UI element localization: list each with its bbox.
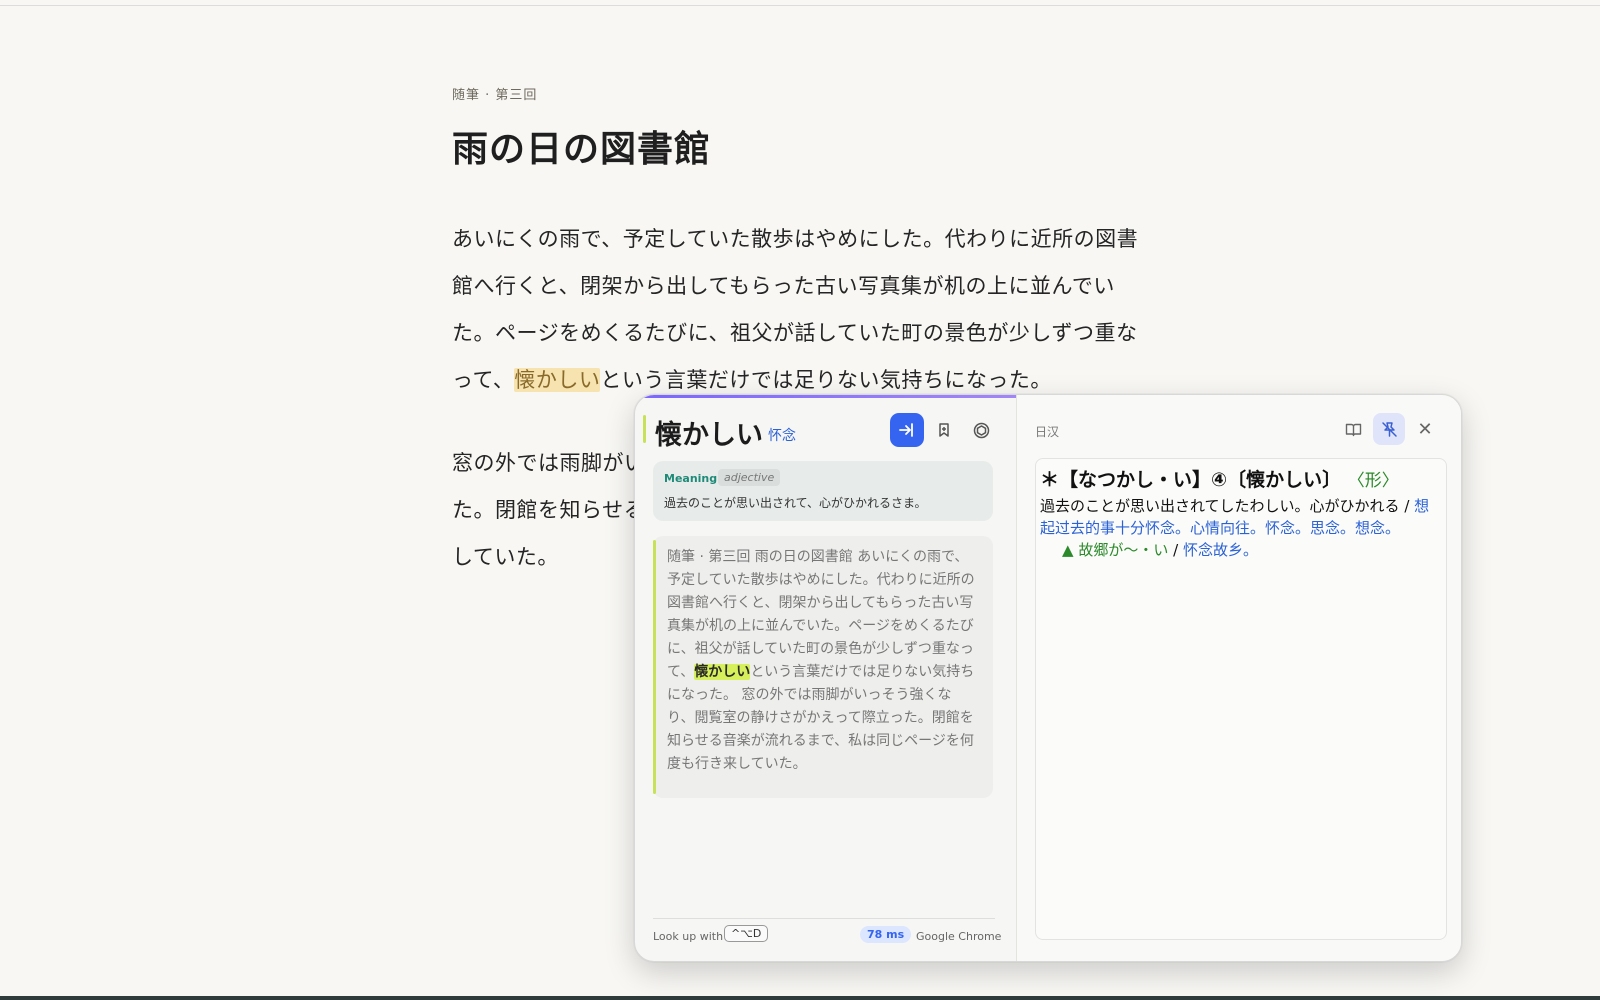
dictionary-definition: 過去のことが思い出されてしたわしい。心がひかれる / 想起过去的事十分怀念。心情…: [1040, 495, 1440, 561]
dictionary-headword: ＊【なつかし・い】④〔懐かしい〕 〈形〉: [1040, 465, 1440, 492]
pos-badge: adjective: [718, 469, 781, 486]
popup-left-pane: 懐かしい 怀念 Meaning adjective 過去のことが思い出されて、心…: [635, 395, 1015, 961]
dictionary-name: 日汉: [1035, 425, 1060, 439]
example-separator: /: [1168, 541, 1183, 559]
bottom-edge: [0, 996, 1600, 1000]
example-marker: ▲: [1062, 541, 1074, 559]
article-kicker: 随筆 · 第三回: [452, 88, 538, 103]
popup-right-pane: 日汉 ✕ ＊【なつかし・い】④〔懐かしい〕 〈形〉 過去のことが思い出されてした…: [1016, 395, 1461, 961]
lookup-hint: Look up with: [653, 930, 724, 943]
pin-off-icon: [1381, 421, 1397, 437]
context-text-after: という言葉だけでは足りない気持ちになった。 窓の外では雨脚がいっそう強くなり、閲…: [667, 664, 975, 772]
word-accent-bar: [643, 415, 646, 443]
context-text-before: 随筆 · 第三回 雨の日の図書館 あいにくの雨で、予定していた散歩はやめにした。…: [667, 549, 975, 680]
bookmark-icon: [939, 423, 949, 437]
article-title: 雨の日の図書館: [452, 128, 712, 170]
source-browser: Google Chrome: [916, 930, 1002, 943]
top-divider: [0, 5, 1600, 6]
headword-text: ＊【なつかし・い】④〔懐かしい〕: [1040, 469, 1342, 491]
unpin-button[interactable]: [1373, 413, 1405, 445]
definition-separator: /: [1399, 497, 1415, 515]
meaning-card: Meaning adjective 過去のことが思い出されて、心がひかれるさま。: [653, 461, 993, 521]
paragraph-1: あいにくの雨で、予定していた散歩はやめにした。代わりに近所の図書館へ行くと、閉架…: [452, 216, 1152, 404]
context-text: 随筆 · 第三回 雨の日の図書館 あいにくの雨で、予定していた散歩はやめにした。…: [667, 546, 977, 776]
cube-icon: [973, 422, 989, 438]
context-card: 随筆 · 第三回 雨の日の図書館 あいにくの雨で、予定していた散歩はやめにした。…: [653, 536, 993, 798]
lookup-word: 懐かしい: [655, 420, 763, 451]
enter-icon: [899, 423, 913, 437]
dictionary-popup: 懐かしい 怀念 Meaning adjective 過去のことが思い出されて、心…: [634, 394, 1462, 962]
footer-divider: [653, 918, 995, 919]
close-button[interactable]: ✕: [1409, 413, 1441, 445]
paragraph-1-text-after: という言葉だけでは足りない気持ちになった。: [600, 368, 1052, 392]
example-zh: 怀念故乡。: [1182, 541, 1258, 559]
open-dictionary-button[interactable]: [1337, 413, 1369, 445]
word-reading[interactable]: 怀念: [768, 425, 796, 445]
latency-badge: 78 ms: [860, 926, 912, 943]
meaning-text: 過去のことが思い出されて、心がひかれるさま。: [664, 496, 927, 510]
bookmark-button[interactable]: [927, 413, 961, 447]
context-highlight: 懐かしい: [694, 664, 751, 680]
book-open-icon: [1345, 423, 1361, 436]
dictionary-entry: ＊【なつかし・い】④〔懐かしい〕 〈形〉 過去のことが思い出されてしたわしい。心…: [1035, 458, 1447, 940]
cube-button[interactable]: [964, 413, 998, 447]
meaning-label: Meaning: [664, 472, 718, 485]
close-icon: ✕: [1417, 418, 1433, 440]
example-ja: 故郷が〜・い: [1078, 541, 1169, 559]
context-accent-bar: [653, 540, 656, 794]
highlighted-word[interactable]: 懐かしい: [514, 368, 601, 392]
definition-ja: 過去のことが思い出されてしたわしい。心がひかれる: [1040, 497, 1400, 515]
lookup-enter-button[interactable]: [890, 413, 924, 447]
shortcut-key: ^⌥D: [724, 925, 769, 942]
headword-pos: 〈形〉: [1347, 471, 1399, 491]
